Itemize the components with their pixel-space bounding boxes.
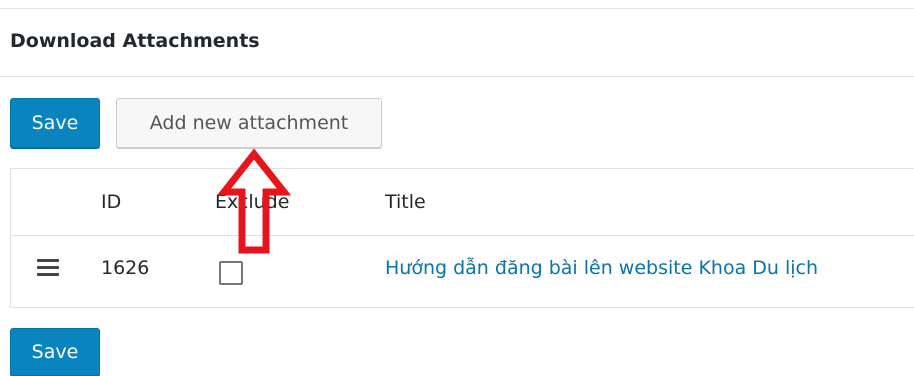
top-divider [0, 8, 914, 9]
row-id: 1626 [101, 257, 150, 279]
panel-title: Download Attachments [10, 30, 260, 52]
column-header-id: ID [101, 191, 122, 213]
save-button-bottom[interactable]: Save [10, 328, 100, 376]
download-attachments-panel: Download Attachments Save Add new attach… [0, 0, 914, 376]
save-button-top[interactable]: Save [10, 98, 100, 148]
attachment-title-link[interactable]: Hướng dẫn đăng bài lên website Khoa Du l… [385, 257, 818, 279]
column-header-title: Title [385, 191, 426, 213]
add-new-attachment-button[interactable]: Add new attachment [116, 98, 382, 148]
hamburger-icon[interactable] [37, 259, 59, 277]
exclude-checkbox[interactable] [219, 261, 243, 285]
table-row-divider [11, 235, 914, 236]
column-header-exclude: Exclude [215, 191, 290, 213]
title-divider [0, 76, 914, 77]
attachments-table: ID Exclude Title 1626 Hướng dẫn đăng bài… [10, 168, 914, 308]
